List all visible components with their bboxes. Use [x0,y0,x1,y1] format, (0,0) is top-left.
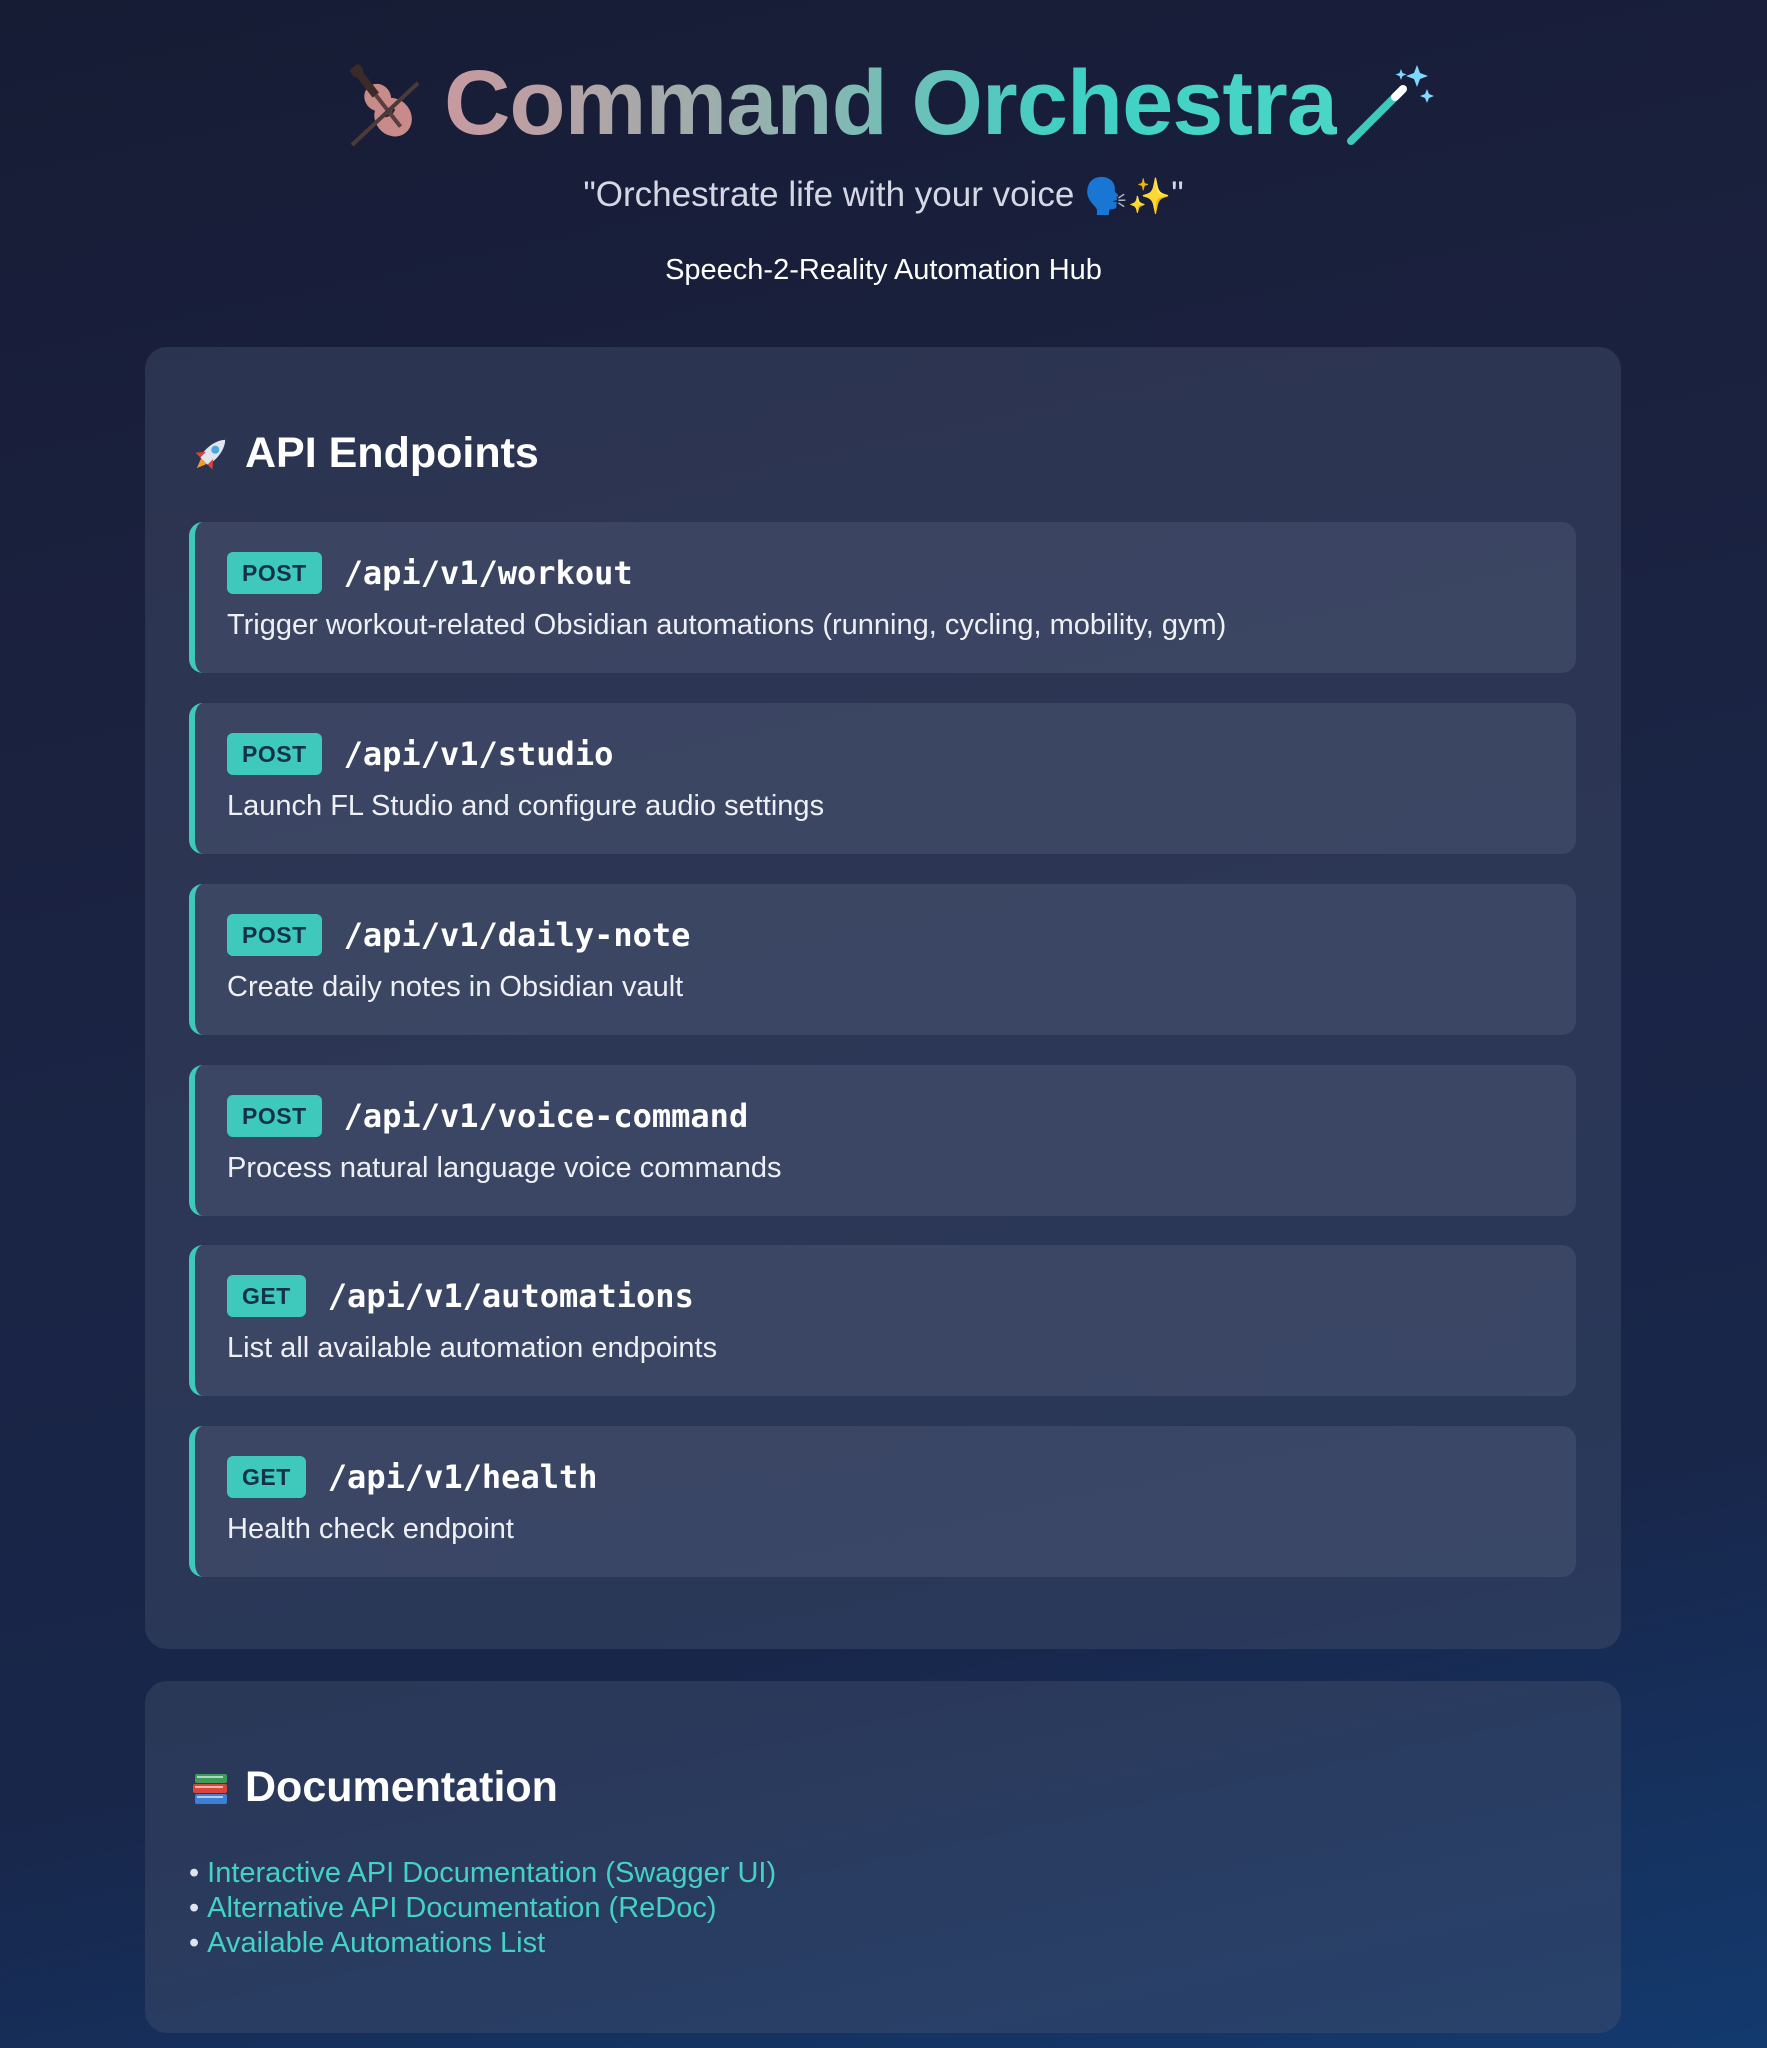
api-endpoints-heading-text: API Endpoints [245,429,539,477]
endpoint-path: /api/v1/daily-note [343,916,691,954]
endpoint-path: /api/v1/studio [343,735,614,773]
endpoint-path: /api/v1/voice-command [343,1097,749,1135]
page-header: Command Orchestra [0,48,1767,158]
violin-icon [332,53,432,153]
endpoint-description: Create daily notes in Obsidian vault [227,971,684,1003]
endpoint-path: /api/v1/automations [327,1277,694,1315]
list-item: • Interactive API Documentation (Swagger … [189,1856,776,1891]
method-badge: GET [227,1275,306,1317]
documentation-links: • Interactive API Documentation (Swagger … [189,1856,776,1961]
endpoint-path: /api/v1/workout [343,554,633,592]
tagline-text-end: " [1171,175,1184,214]
endpoint-card[interactable]: POST /api/v1/studio Launch FL Studio and… [189,703,1576,854]
bullet: • [189,1892,200,1924]
list-item: • Alternative API Documentation (ReDoc) [189,1891,776,1926]
endpoint-card[interactable]: POST /api/v1/workout Trigger workout-rel… [189,522,1576,673]
endpoint-card[interactable]: POST /api/v1/voice-command Process natur… [189,1065,1576,1216]
page-subtitle: Speech-2-Reality Automation Hub [665,254,1102,286]
speaking-head-sparkles-icon: 🗣️✨ [1084,177,1172,217]
bullet: • [189,1927,200,1959]
documentation-heading-text: Documentation [245,1763,558,1811]
endpoint-description: List all available automation endpoints [227,1332,718,1364]
automations-list-link[interactable]: Available Automations List [207,1927,545,1959]
list-item: • Available Automations List [189,1926,776,1961]
method-badge: POST [227,733,322,775]
magic-wand-icon [1339,55,1435,151]
method-badge: GET [227,1456,306,1498]
method-badge: POST [227,1095,322,1137]
redoc-docs-link[interactable]: Alternative API Documentation (ReDoc) [207,1892,716,1924]
api-endpoints-heading: API Endpoints [189,429,539,478]
api-endpoints-panel: API Endpoints POST /api/v1/workout Trigg… [145,347,1621,1649]
documentation-heading: Documentation [189,1763,558,1812]
books-icon [189,1766,233,1810]
endpoint-description: Health check endpoint [227,1513,514,1545]
endpoint-card[interactable]: POST /api/v1/daily-note Create daily not… [189,884,1576,1035]
endpoint-description: Launch FL Studio and configure audio set… [227,790,825,822]
documentation-panel: Documentation • Interactive API Documenta… [145,1681,1621,2033]
endpoint-description: Process natural language voice commands [227,1152,782,1184]
endpoint-path: /api/v1/health [327,1458,598,1496]
bullet: • [189,1857,200,1889]
endpoint-description: Trigger workout-related Obsidian automat… [227,609,1227,641]
endpoint-card[interactable]: GET /api/v1/automations List all availab… [189,1245,1576,1396]
rocket-icon [189,432,233,476]
method-badge: POST [227,914,322,956]
swagger-docs-link[interactable]: Interactive API Documentation (Swagger U… [207,1857,776,1889]
endpoint-card[interactable]: GET /api/v1/health Health check endpoint [189,1426,1576,1577]
tagline: "Orchestrate life with your voice 🗣️✨" [0,175,1767,217]
tagline-text-start: "Orchestrate life with your voice [583,175,1085,214]
method-badge: POST [227,552,322,594]
page-title: Command Orchestra [443,51,1338,154]
